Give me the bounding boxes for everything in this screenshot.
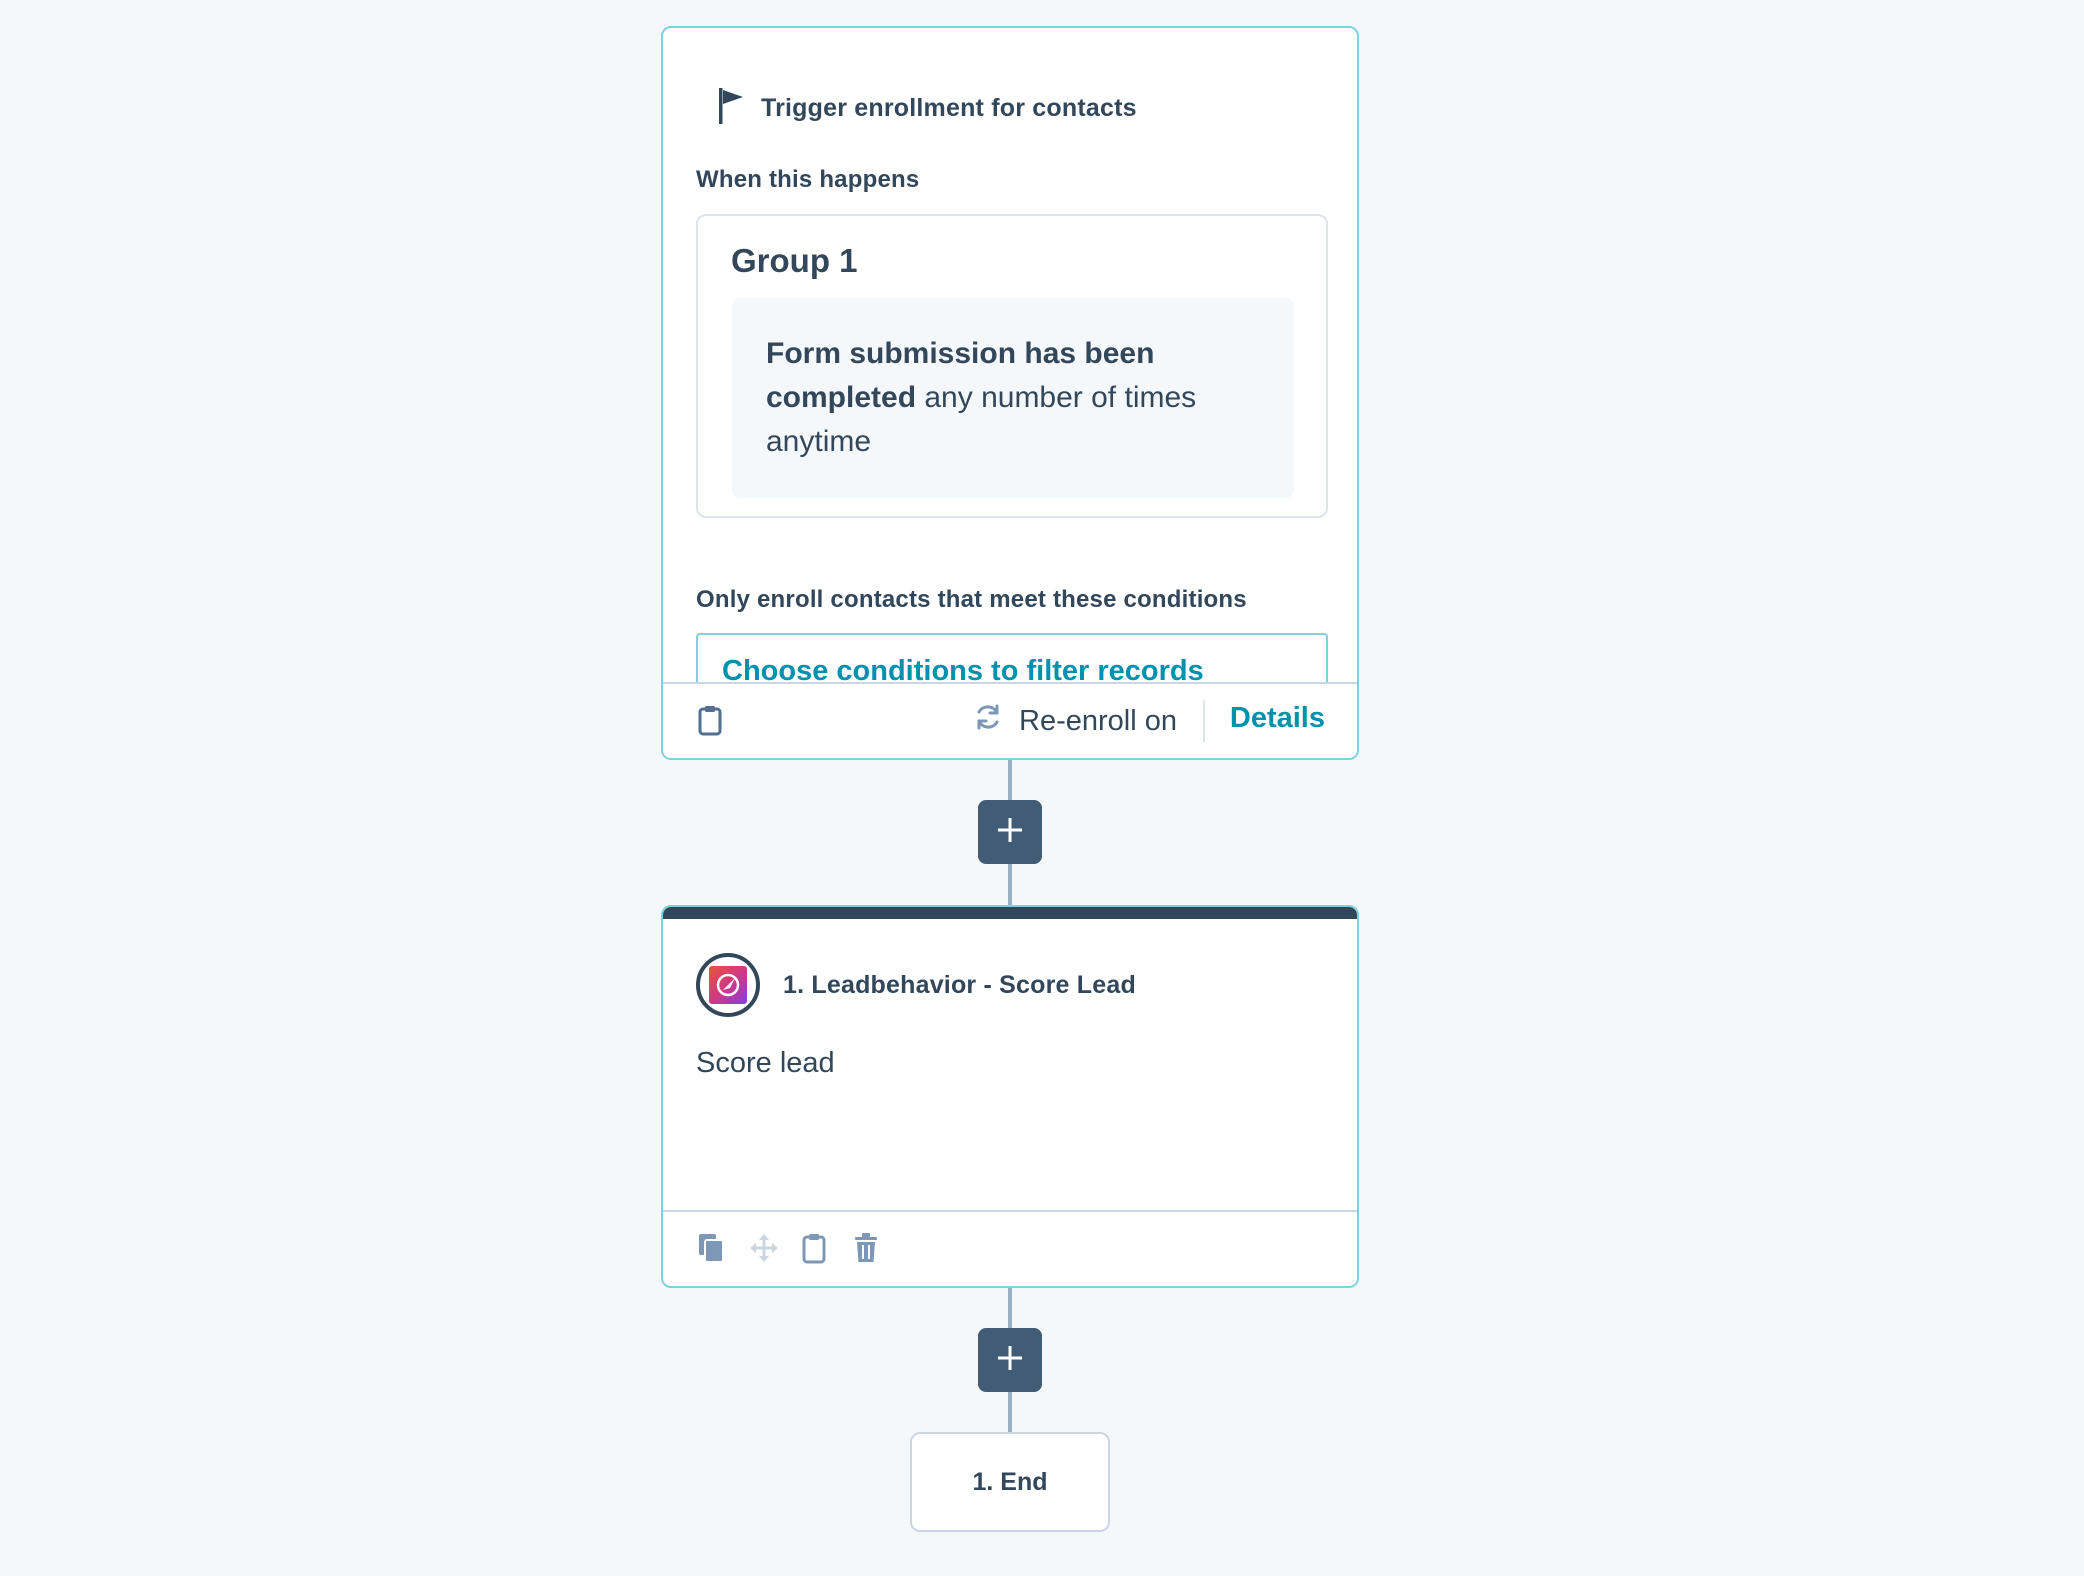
connector-line xyxy=(1008,864,1012,905)
copy-icon[interactable] xyxy=(697,1232,725,1264)
connector-line xyxy=(1008,760,1012,800)
add-action-button[interactable] xyxy=(978,800,1042,864)
action-topbar xyxy=(663,907,1357,919)
clipboard-icon[interactable] xyxy=(697,704,723,736)
connector-line xyxy=(1008,1392,1012,1432)
reenroll-label: Re-enroll on xyxy=(1019,704,1177,737)
trigger-footer: Re-enroll on Details xyxy=(663,682,1357,758)
action-footer xyxy=(663,1210,1357,1286)
end-label: 1. End xyxy=(972,1467,1048,1496)
action-description: Score lead xyxy=(696,1047,835,1079)
connector-line xyxy=(1008,1288,1012,1328)
trash-icon[interactable] xyxy=(853,1232,879,1264)
move-icon[interactable] xyxy=(749,1232,779,1264)
conditions-label: Only enroll contacts that meet these con… xyxy=(696,586,1247,613)
action-title: 1. Leadbehavior - Score Lead xyxy=(783,971,1136,999)
details-link[interactable]: Details xyxy=(1230,702,1325,735)
refresh-icon xyxy=(973,702,1003,740)
trigger-header: Trigger enrollment for contacts xyxy=(715,86,1137,131)
trigger-title: Trigger enrollment for contacts xyxy=(761,94,1137,122)
flag-icon xyxy=(715,86,745,131)
add-action-button[interactable] xyxy=(978,1328,1042,1392)
reenroll-status: Re-enroll on xyxy=(973,702,1177,740)
filter-criteria[interactable]: Form submission has been completed any n… xyxy=(732,298,1294,498)
app-avatar xyxy=(696,953,760,1017)
plus-icon xyxy=(996,816,1024,849)
clipboard-icon[interactable] xyxy=(801,1232,827,1264)
group-title: Group 1 xyxy=(731,242,858,279)
end-node[interactable]: 1. End xyxy=(910,1432,1110,1532)
footer-divider xyxy=(1203,700,1205,742)
plus-icon xyxy=(996,1344,1024,1377)
when-label: When this happens xyxy=(696,166,920,193)
trigger-card[interactable]: Trigger enrollment for contacts When thi… xyxy=(661,26,1359,760)
action-card[interactable]: 1. Leadbehavior - Score Lead Score lead xyxy=(661,905,1359,1288)
leadbehavior-logo-icon xyxy=(709,966,747,1004)
trigger-group[interactable]: Group 1 Form submission has been complet… xyxy=(696,214,1328,518)
